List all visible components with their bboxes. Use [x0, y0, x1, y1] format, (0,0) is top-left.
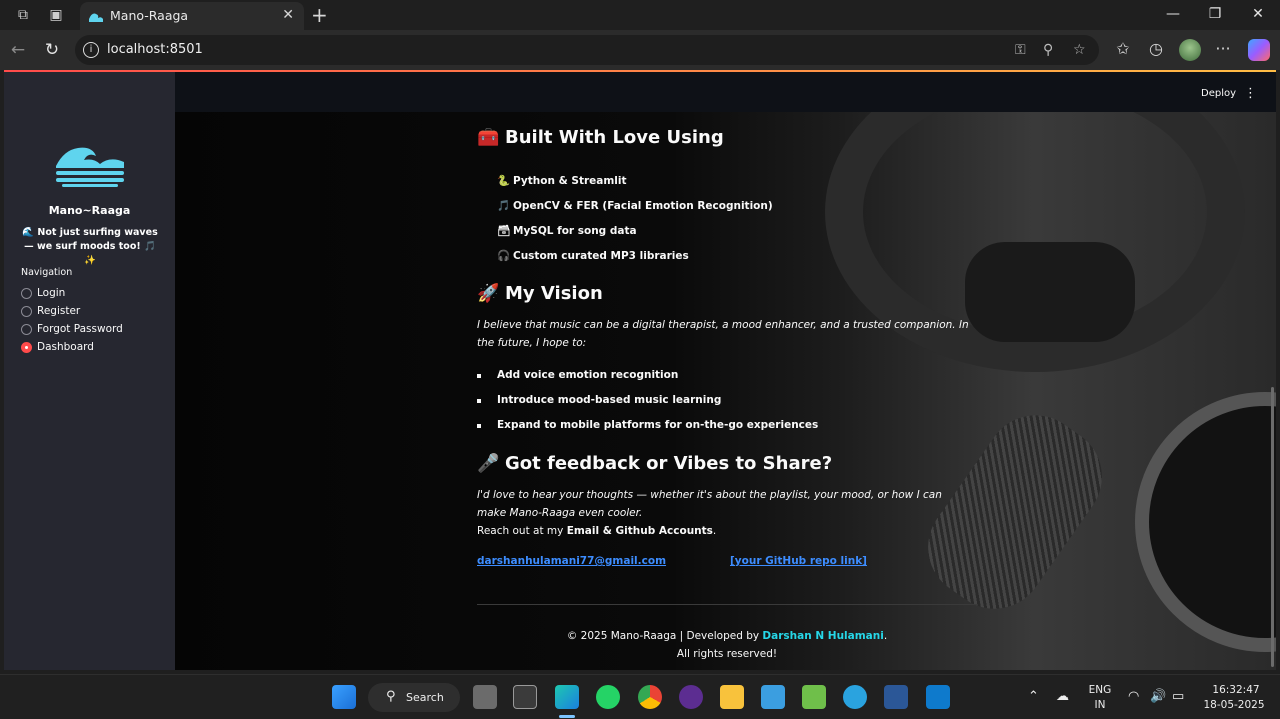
- vscode-icon[interactable]: [926, 685, 950, 709]
- list-item: 🎧 Custom curated MP3 libraries: [497, 250, 689, 262]
- nav-option-label: Login: [37, 287, 66, 299]
- app-tagline: 🌊 Not just surfing waves — we surf moods…: [22, 227, 158, 266]
- windows-start-icon[interactable]: [332, 685, 356, 709]
- vision-paragraph: I believe that music can be a digital th…: [477, 319, 969, 349]
- main-content: 🧰 Built With Love Using 🐍 Python & Streaml…: [175, 112, 1276, 670]
- zoom-icon[interactable]: ⚲: [1043, 42, 1053, 58]
- search-label: Search: [406, 691, 444, 704]
- tab-actions-icon[interactable]: ▣: [47, 6, 65, 24]
- built-with-heading: 🧰 Built With Love Using: [477, 127, 724, 148]
- onedrive-icon[interactable]: ☁: [1056, 689, 1069, 704]
- profile-avatar[interactable]: [1179, 39, 1201, 61]
- navigation-label: Navigation: [21, 267, 73, 278]
- workspaces-icon[interactable]: ⧉: [14, 6, 32, 24]
- radio-button-selected[interactable]: [21, 342, 32, 353]
- github-link[interactable]: [your GitHub repo link]: [730, 555, 867, 567]
- favorites-icon[interactable]: ✩: [1113, 39, 1133, 58]
- back-icon[interactable]: ←: [8, 40, 28, 60]
- wave-logo-icon: [56, 147, 124, 187]
- headphone-cushion-image: [965, 242, 1135, 342]
- radio-button[interactable]: [21, 306, 32, 317]
- language-code[interactable]: ENG: [1086, 684, 1114, 696]
- taskbar-search[interactable]: ⚲ Search: [368, 683, 460, 712]
- scrollbar-thumb[interactable]: [1271, 387, 1274, 667]
- chrome-icon[interactable]: [638, 685, 662, 709]
- browser-tab-strip: ⧉ ▣ Mano-Raaga ✕ + — ❐ ✕: [0, 0, 1280, 30]
- app-header: [175, 72, 1276, 112]
- history-icon[interactable]: ◷: [1146, 39, 1166, 58]
- address-bar[interactable]: i localhost:8501 ⚿ ⚲ ☆: [75, 35, 1099, 65]
- footer-divider: [477, 604, 977, 605]
- clock-date[interactable]: 18-05-2025: [1200, 699, 1268, 711]
- developer-name: Darshan N Hulamani: [762, 630, 884, 642]
- page-viewport: Mano~Raaga 🌊 Not just surfing waves — we…: [4, 70, 1276, 670]
- wave-favicon-icon: [89, 13, 103, 22]
- feedback-heading: 🎤 Got feedback or Vibes to Share?: [477, 453, 833, 474]
- headphones-icon: 🎧: [497, 250, 511, 262]
- list-item: 🗃 MySQL for song data: [497, 225, 637, 237]
- maximize-icon[interactable]: ❐: [1205, 6, 1225, 22]
- volume-icon[interactable]: 🔊: [1150, 689, 1166, 704]
- python-icon: 🐍: [497, 175, 511, 187]
- pop-filter-image: [1135, 392, 1276, 652]
- media-player-icon[interactable]: [679, 685, 703, 709]
- show-hidden-icons-icon[interactable]: ⌃: [1028, 689, 1039, 704]
- edge-icon[interactable]: [555, 685, 579, 709]
- nav-option-label: Dashboard: [37, 341, 94, 353]
- notepad-icon[interactable]: [761, 685, 785, 709]
- battery-icon[interactable]: ▭: [1172, 689, 1184, 704]
- terminal-icon[interactable]: [513, 685, 537, 709]
- list-item: 🐍 Python & Streamlit: [497, 175, 627, 187]
- key-icon[interactable]: ⚿: [1015, 42, 1026, 58]
- active-app-indicator: [559, 715, 575, 718]
- tab-close-icon[interactable]: ✕: [282, 7, 294, 23]
- list-item: Introduce mood-based music learning: [477, 394, 721, 406]
- copilot-icon[interactable]: [1248, 39, 1270, 61]
- deploy-button[interactable]: Deploy: [1201, 88, 1236, 99]
- feedback-paragraph: I'd love to hear your thoughts — whether…: [477, 489, 942, 519]
- rocket-icon: 🚀: [477, 283, 500, 304]
- browser-tab-active[interactable]: Mano-Raaga ✕: [80, 2, 304, 30]
- list-item: Expand to mobile platforms for on-the-go…: [477, 419, 818, 431]
- favorite-star-icon[interactable]: ☆: [1073, 42, 1086, 58]
- browser-toolbar: ← ↻ i localhost:8501 ⚿ ⚲ ☆ ✩ ◷ ···: [0, 30, 1280, 70]
- new-tab-icon[interactable]: +: [311, 3, 328, 27]
- wifi-icon[interactable]: ◠: [1128, 689, 1139, 704]
- toolbox-icon: 🧰: [477, 127, 500, 148]
- site-info-icon[interactable]: i: [83, 42, 99, 58]
- vision-heading: 🚀 My Vision: [477, 283, 603, 304]
- language-region[interactable]: IN: [1086, 699, 1114, 711]
- more-menu-icon[interactable]: ···: [1213, 39, 1233, 58]
- taskbar: ⚲ Search ⌃ ☁ ENG IN ◠ 🔊 ▭ 16:32:47 18-05…: [0, 674, 1280, 719]
- address-url[interactable]: localhost:8501: [107, 42, 203, 57]
- list-item: 🎵 OpenCV & FER (Facial Emotion Recognitio…: [497, 200, 773, 212]
- main-menu-icon[interactable]: ⋮: [1244, 86, 1257, 101]
- nav-option-label: Forgot Password: [37, 323, 123, 335]
- email-link[interactable]: darshanhulamani77@gmail.com: [477, 555, 666, 567]
- footer-credit: © 2025 Mano-Raaga | Developed by Darshan…: [566, 630, 888, 642]
- app-title: Mano~Raaga: [48, 204, 131, 217]
- tab-title: Mano-Raaga: [110, 8, 189, 23]
- file-explorer-icon[interactable]: [720, 685, 744, 709]
- list-item: Add voice emotion recognition: [477, 369, 678, 381]
- sticky-notes-icon[interactable]: [802, 685, 826, 709]
- task-view-icon[interactable]: [473, 685, 497, 709]
- window-close-icon[interactable]: ✕: [1248, 6, 1268, 22]
- search-icon: ⚲: [386, 689, 396, 704]
- whatsapp-icon[interactable]: [596, 685, 620, 709]
- sidebar: Mano~Raaga 🌊 Not just surfing waves — we…: [4, 72, 175, 670]
- radio-button[interactable]: [21, 324, 32, 335]
- database-icon: 🗃: [497, 225, 511, 237]
- word-icon[interactable]: [884, 685, 908, 709]
- telegram-icon[interactable]: [843, 685, 867, 709]
- footer-rights: All rights reserved!: [676, 648, 778, 660]
- reload-icon[interactable]: ↻: [42, 40, 62, 60]
- minimize-icon[interactable]: —: [1163, 6, 1183, 22]
- radio-button[interactable]: [21, 288, 32, 299]
- clock-time[interactable]: 16:32:47: [1204, 684, 1268, 696]
- music-note-icon: 🎵: [497, 200, 511, 212]
- nav-option-label: Register: [37, 305, 81, 317]
- reach-out-text: Reach out at my Email & Github Accounts.: [477, 525, 717, 537]
- microphone-icon: 🎤: [477, 453, 500, 474]
